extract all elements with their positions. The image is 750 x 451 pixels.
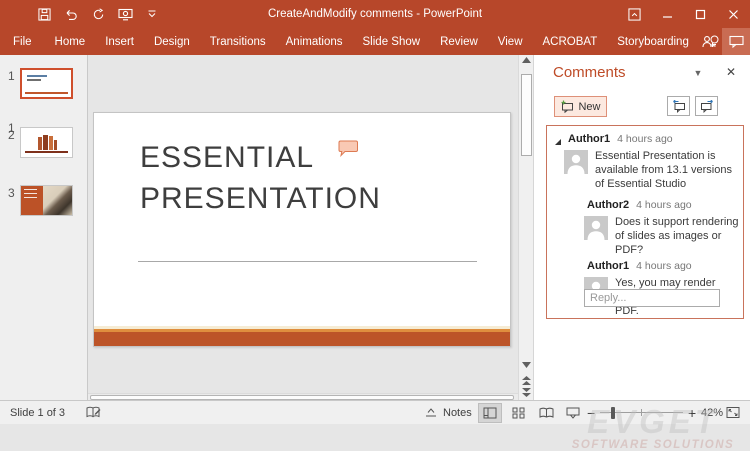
vertical-scrollbar[interactable] bbox=[518, 55, 533, 400]
thumbnail-number-2: 2 bbox=[8, 128, 15, 142]
customize-qat-icon[interactable] bbox=[144, 6, 160, 22]
new-comment-label: New bbox=[578, 101, 600, 113]
titlebar: CreateAndModify comments - PowerPoint bbox=[0, 0, 750, 28]
slide-indicator[interactable]: Slide 1 of 3 bbox=[10, 401, 65, 424]
comment-author: Author1 bbox=[568, 133, 610, 145]
reply-time: 4 hours ago bbox=[636, 260, 691, 272]
slide-sorter-view-button[interactable] bbox=[506, 403, 530, 423]
undo-icon[interactable] bbox=[63, 6, 79, 22]
zoom-level[interactable]: 42% bbox=[701, 401, 723, 424]
vertical-scrollbar-thumb[interactable] bbox=[521, 74, 532, 156]
reply-text: Does it support rendering of slides as i… bbox=[615, 215, 740, 257]
quick-access-toolbar bbox=[36, 0, 160, 28]
window-controls bbox=[618, 0, 750, 28]
zoom-in-button[interactable]: + bbox=[688, 401, 696, 424]
maximize-button[interactable] bbox=[684, 0, 717, 28]
next-comment-button[interactable] bbox=[695, 96, 718, 116]
collapse-triangle-icon[interactable] bbox=[555, 139, 561, 145]
status-bar: Slide 1 of 3 Notes − bbox=[0, 400, 750, 424]
new-comment-icon bbox=[560, 100, 574, 113]
comment-text: Essential Presentation is available from… bbox=[595, 149, 738, 191]
avatar bbox=[564, 150, 588, 174]
pane-options-caret-icon[interactable]: ▼ bbox=[690, 66, 706, 80]
slide-accent-bar bbox=[94, 332, 510, 346]
tab-design[interactable]: Design bbox=[144, 28, 200, 55]
tab-file[interactable]: File bbox=[0, 28, 45, 55]
new-comment-button[interactable]: New bbox=[554, 96, 607, 117]
slide-canvas: ESSENTIAL PRESENTATION bbox=[88, 55, 518, 400]
tab-animations[interactable]: Animations bbox=[276, 28, 353, 55]
reply-header: Author1 4 hours ago bbox=[587, 260, 692, 274]
slide-thumbnail-2[interactable] bbox=[20, 127, 73, 158]
show-comments-button[interactable] bbox=[722, 28, 750, 55]
zoom-slider-center-tick bbox=[641, 409, 642, 416]
comment-time: 4 hours ago bbox=[617, 133, 672, 145]
start-slideshow-icon[interactable] bbox=[117, 6, 133, 22]
tab-review[interactable]: Review bbox=[430, 28, 488, 55]
previous-comment-button[interactable] bbox=[667, 96, 690, 116]
comment-header: Author1 4 hours ago bbox=[555, 133, 673, 147]
main-area: 1 1 2 3 bbox=[0, 55, 750, 400]
close-button[interactable] bbox=[717, 0, 750, 28]
notes-toggle[interactable]: Notes bbox=[424, 401, 472, 424]
thumbnail-number-3: 3 bbox=[8, 186, 15, 200]
slide-show-view-button[interactable] bbox=[561, 403, 585, 423]
comments-pane-title: Comments bbox=[553, 64, 626, 81]
reading-view-button[interactable] bbox=[534, 403, 558, 423]
slide-thumbnail-3[interactable] bbox=[20, 185, 73, 216]
avatar bbox=[584, 216, 608, 240]
slide-thumbnail-1[interactable] bbox=[20, 68, 73, 99]
notes-icon bbox=[424, 407, 438, 419]
zoom-slider-handle[interactable] bbox=[611, 407, 615, 419]
thumb2-accent-line bbox=[25, 151, 68, 153]
comment-thread[interactable]: Author1 4 hours ago Essential Presentati… bbox=[546, 125, 744, 319]
scroll-up-icon[interactable] bbox=[520, 57, 533, 63]
slide-editing-surface[interactable]: ESSENTIAL PRESENTATION bbox=[93, 112, 511, 347]
minimize-button[interactable] bbox=[651, 0, 684, 28]
next-slide-button[interactable] bbox=[520, 388, 533, 398]
tab-storyboarding[interactable]: Storyboarding bbox=[607, 28, 699, 55]
thumb1-text-line bbox=[27, 75, 47, 77]
notes-label: Notes bbox=[443, 407, 472, 419]
comments-pane: Comments ▼ ✕ New bbox=[533, 55, 750, 400]
slide-divider-line bbox=[138, 261, 477, 262]
reply-header: Author2 4 hours ago bbox=[587, 199, 692, 213]
reply-time: 4 hours ago bbox=[636, 199, 691, 211]
tab-home[interactable]: Home bbox=[45, 28, 96, 55]
thumb1-text-line bbox=[27, 79, 41, 81]
previous-slide-button[interactable] bbox=[520, 376, 533, 386]
tab-acrobat[interactable]: ACROBAT bbox=[533, 28, 608, 55]
thumb3-text-block bbox=[21, 186, 43, 215]
normal-view-button[interactable] bbox=[478, 403, 502, 423]
ribbon-display-options-icon[interactable] bbox=[618, 0, 651, 28]
proofing-icon[interactable] bbox=[86, 401, 101, 424]
thumb1-accent-bar bbox=[25, 92, 68, 94]
redo-icon[interactable] bbox=[90, 6, 106, 22]
reply-author: Author2 bbox=[587, 199, 629, 211]
tab-slide-show[interactable]: Slide Show bbox=[353, 28, 431, 55]
reply-author: Author1 bbox=[587, 260, 629, 272]
tab-transitions[interactable]: Transitions bbox=[200, 28, 276, 55]
reply-input[interactable] bbox=[584, 289, 720, 307]
thumb3-photo bbox=[43, 186, 72, 215]
tab-view[interactable]: View bbox=[488, 28, 533, 55]
fit-slide-to-window-icon[interactable] bbox=[726, 401, 740, 424]
slide-thumbnail-panel: 1 1 2 3 bbox=[0, 55, 88, 400]
horizontal-scrollbar[interactable] bbox=[88, 393, 518, 400]
zoom-out-button[interactable]: − bbox=[587, 401, 595, 424]
thumb2-books-graphic bbox=[38, 135, 57, 150]
pane-close-icon[interactable]: ✕ bbox=[722, 64, 740, 80]
share-icon[interactable] bbox=[694, 28, 722, 55]
ribbon-tab-bar: File Home Insert Design Transitions Anim… bbox=[0, 28, 750, 55]
comment-marker-icon[interactable] bbox=[337, 140, 359, 157]
scroll-down-icon[interactable] bbox=[520, 362, 533, 368]
thumbnail-number-1: 1 bbox=[8, 69, 15, 83]
tab-insert[interactable]: Insert bbox=[95, 28, 144, 55]
save-icon[interactable] bbox=[36, 6, 52, 22]
